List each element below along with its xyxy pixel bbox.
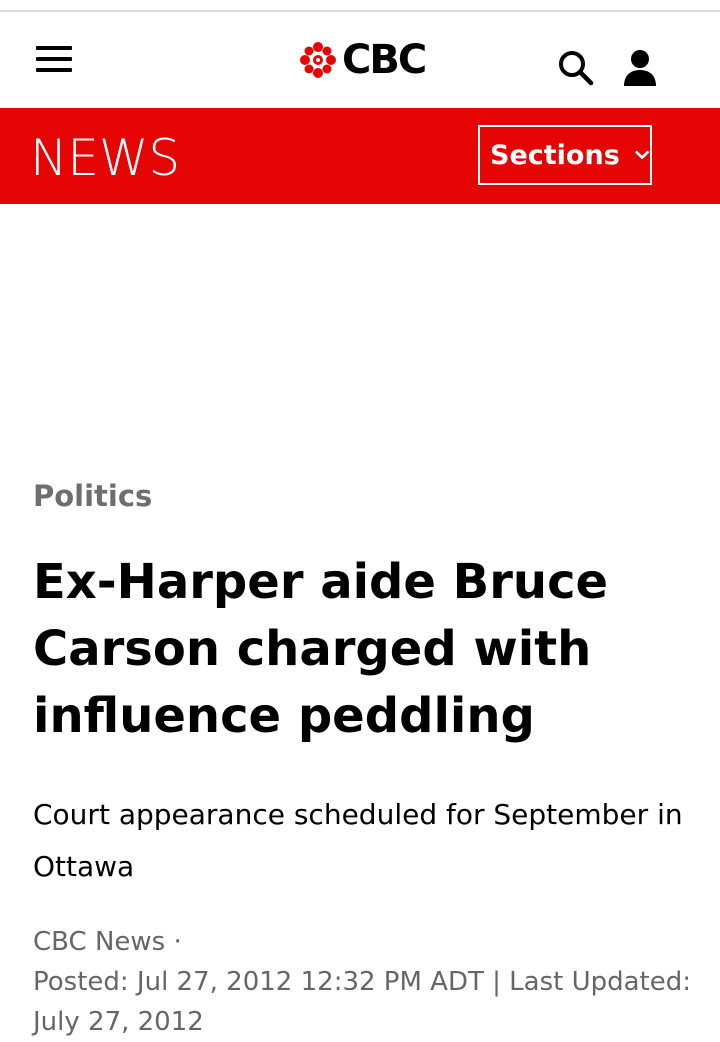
menu-line xyxy=(36,68,72,72)
chevron-down-icon xyxy=(635,150,649,160)
article-headline: Ex-Harper aide Bruce Carson charged with… xyxy=(33,554,609,744)
menu-line xyxy=(36,57,72,61)
article-deck: Court appearance scheduled for September… xyxy=(33,798,683,883)
byline: CBC News · xyxy=(33,927,182,957)
sections-button[interactable]: Sections xyxy=(478,125,652,185)
posted-date: Posted: Jul 27, 2012 12:32 PM ADT | Last… xyxy=(33,967,691,1037)
site-header: CBC xyxy=(0,12,720,108)
top-border xyxy=(0,0,720,12)
search-icon[interactable] xyxy=(556,48,596,88)
cbc-gem-icon xyxy=(300,42,336,78)
sections-label: Sections xyxy=(490,139,620,171)
cbc-logo[interactable]: CBC xyxy=(300,37,427,83)
hamburger-menu-icon[interactable] xyxy=(36,46,72,72)
news-title[interactable]: NEWS xyxy=(30,130,180,186)
user-account-icon[interactable] xyxy=(622,48,658,88)
category-link[interactable]: Politics xyxy=(33,479,152,513)
logo-text: CBC xyxy=(342,37,427,83)
menu-line xyxy=(36,46,72,50)
article-meta: CBC News · Posted: Jul 27, 2012 12:32 PM… xyxy=(33,922,693,1042)
news-banner: NEWS Sections xyxy=(0,108,720,204)
